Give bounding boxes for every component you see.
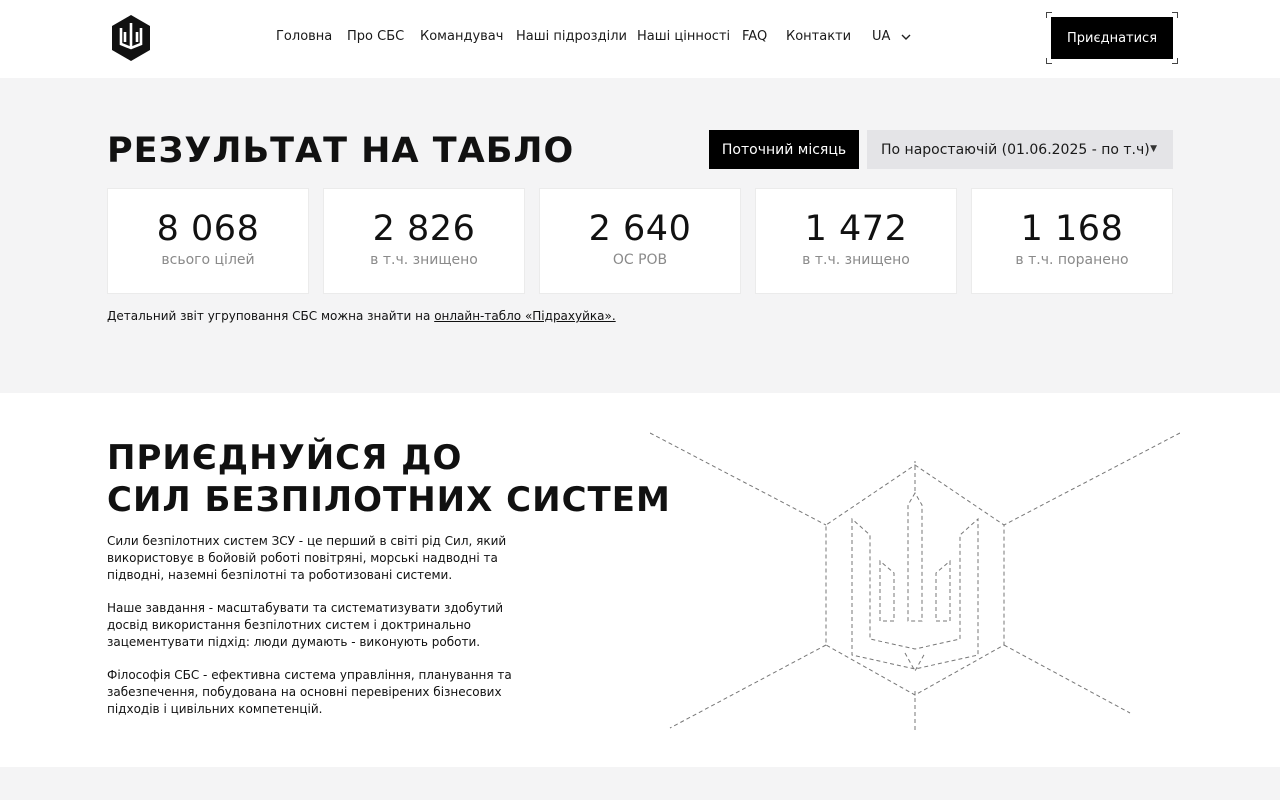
stat-card-destroyed: 2 826 в т.ч. знищено xyxy=(323,188,525,294)
stat-value: 1 168 xyxy=(1020,209,1124,249)
stat-card-personnel-destroyed: 1 472 в т.ч. знищено xyxy=(755,188,957,294)
period-select[interactable]: По наростаючій (01.06.2025 - по т.ч) ▼ xyxy=(867,130,1173,169)
stat-value: 2 826 xyxy=(372,209,476,249)
nav-units[interactable]: Наші підрозділи xyxy=(516,29,627,44)
period-select-value: По наростаючій (01.06.2025 - по т.ч) xyxy=(881,141,1150,158)
scoreboard-note: Детальний звіт угруповання СБС можна зна… xyxy=(107,309,616,323)
join-button[interactable]: Приєднатися xyxy=(1051,17,1173,59)
join-section: ПРИЄДНУЙСЯ ДО СИЛ БЕЗПІЛОТНИХ СИСТЕМ Сил… xyxy=(0,393,1280,767)
tab-current-month[interactable]: Поточний місяць xyxy=(709,130,859,169)
stat-value: 1 472 xyxy=(804,209,908,249)
stat-label: всього цілей xyxy=(161,252,255,268)
join-heading-line-2: СИЛ БЕЗПІЛОТНИХ СИСТЕМ xyxy=(107,480,671,520)
mission-paragraph: Наше завдання - масштабувати та системат… xyxy=(107,601,504,649)
stat-card-personnel: 2 640 ОС РОВ xyxy=(539,188,741,294)
stat-card-total-targets: 8 068 всього цілей xyxy=(107,188,309,294)
caret-down-icon: ▼ xyxy=(1150,144,1157,154)
philosophy-paragraph: Філософія СБС - ефективна система управл… xyxy=(107,668,512,716)
chevron-down-icon xyxy=(901,34,911,40)
dashed-trident-hexagon-illustration xyxy=(650,432,1180,731)
stat-label: в т.ч. знищено xyxy=(370,252,478,268)
join-button-frame: Приєднатися xyxy=(1046,12,1178,64)
join-heading: ПРИЄДНУЙСЯ ДО СИЛ БЕЗПІЛОТНИХ СИСТЕМ xyxy=(107,437,671,521)
note-text: Детальний звіт угруповання СБС можна зна… xyxy=(107,309,435,323)
language-label: UA xyxy=(872,29,891,44)
nav-values[interactable]: Наші цінності xyxy=(637,29,730,44)
stat-label: ОС РОВ xyxy=(612,252,668,268)
nav-home[interactable]: Головна xyxy=(276,29,332,44)
language-selector[interactable]: UA xyxy=(872,29,911,44)
nav-about[interactable]: Про СБС xyxy=(347,29,404,44)
nav-faq[interactable]: FAQ xyxy=(742,29,767,44)
join-heading-line-1: ПРИЄДНУЙСЯ ДО xyxy=(107,438,463,478)
scoreboard-section: РЕЗУЛЬТАТ НА ТАБЛО Поточний місяць По на… xyxy=(0,78,1280,393)
scoreboard-title: РЕЗУЛЬТАТ НА ТАБЛО xyxy=(107,131,575,171)
stat-value: 2 640 xyxy=(588,209,692,249)
scoreboard-link[interactable]: онлайн-табло «Підрахуйка». xyxy=(434,309,615,323)
stat-value: 8 068 xyxy=(156,209,260,249)
site-header: Головна Про СБС Командувач Наші підрозді… xyxy=(0,0,1280,78)
stat-card-wounded: 1 168 в т.ч. поранено xyxy=(971,188,1173,294)
stat-label: в т.ч. знищено xyxy=(802,252,910,268)
stat-label: в т.ч. поранено xyxy=(1015,252,1129,268)
trident-hexagon-logo[interactable] xyxy=(111,14,151,62)
intro-paragraph: Сили безпілотних систем ЗСУ - це перший … xyxy=(107,534,507,582)
nav-commander[interactable]: Командувач xyxy=(420,29,503,44)
nav-contacts[interactable]: Контакти xyxy=(786,29,851,44)
footer-band xyxy=(0,767,1280,800)
